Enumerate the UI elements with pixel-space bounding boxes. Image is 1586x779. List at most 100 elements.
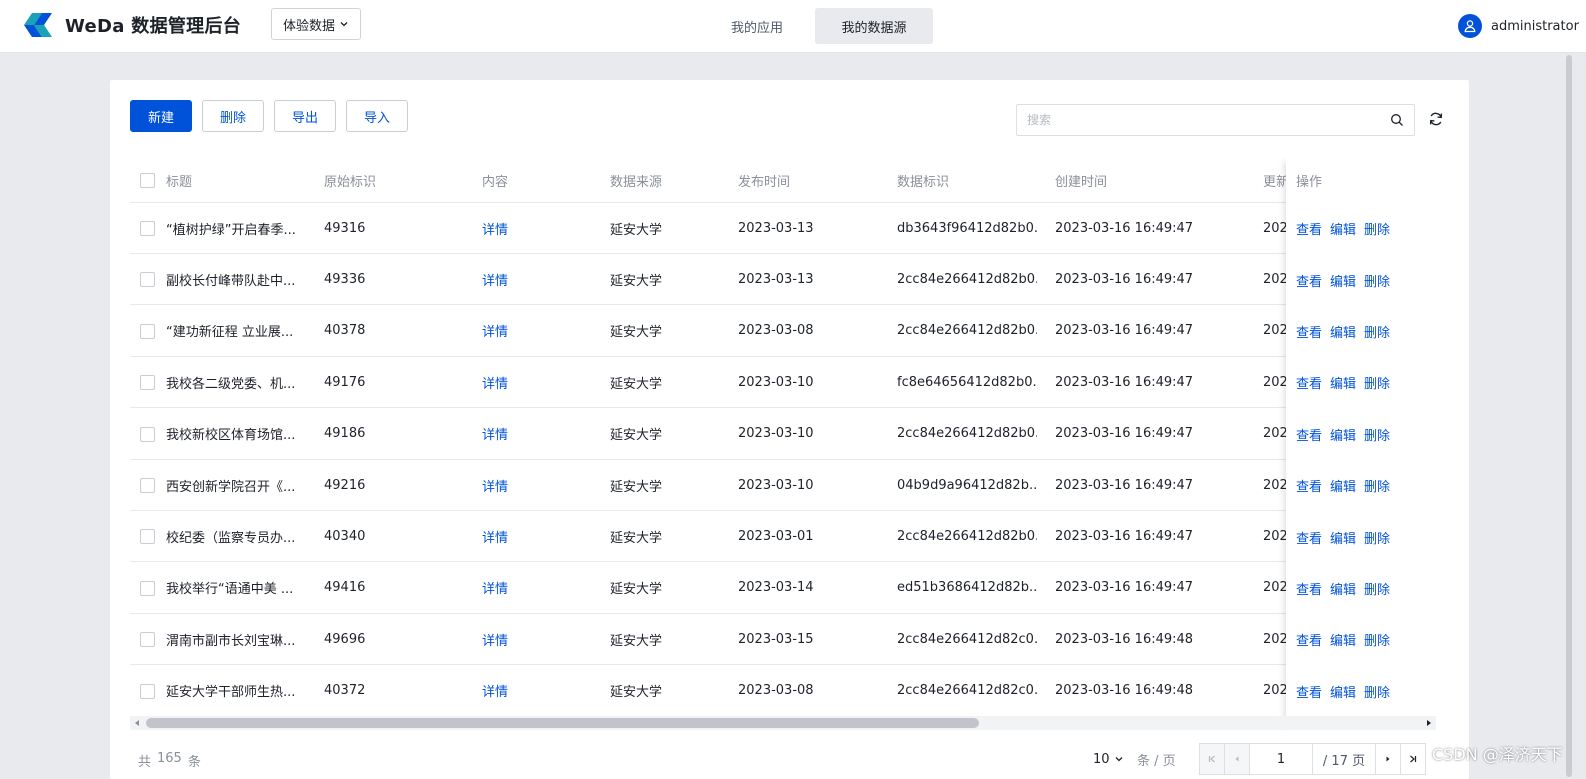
- row-checkbox[interactable]: [140, 632, 155, 648]
- scroll-right-icon[interactable]: [1424, 718, 1434, 728]
- scroll-left-icon[interactable]: [132, 718, 142, 728]
- row-details-link[interactable]: 详情: [482, 409, 592, 459]
- edit-link[interactable]: 编辑: [1330, 528, 1356, 547]
- row-checkbox[interactable]: [140, 426, 155, 442]
- delete-link[interactable]: 删除: [1364, 425, 1390, 444]
- row-details-link[interactable]: 详情: [482, 460, 592, 510]
- search-icon[interactable]: [1390, 113, 1404, 127]
- view-link[interactable]: 查看: [1296, 373, 1322, 392]
- import-button[interactable]: 导入: [346, 100, 408, 132]
- delete-link[interactable]: 删除: [1364, 271, 1390, 290]
- column-header-publish-time[interactable]: 发布时间: [738, 158, 878, 202]
- row-details-link[interactable]: 详情: [482, 666, 592, 716]
- row-details-link[interactable]: 详情: [482, 357, 592, 407]
- view-link[interactable]: 查看: [1296, 528, 1322, 547]
- table-row[interactable]: 副校长付峰带队赴中... 49336 详情 延安大学 2023-03-13 2cc84e2…: [130, 254, 1436, 306]
- row-source: 延安大学: [610, 582, 663, 598]
- edit-link[interactable]: 编辑: [1330, 630, 1356, 649]
- row-created-time: 2023-03-16 16:49:47: [1055, 323, 1194, 339]
- view-link[interactable]: 查看: [1296, 579, 1322, 598]
- refresh-icon[interactable]: [1428, 111, 1444, 127]
- row-original-id: 49696: [324, 631, 366, 647]
- edit-link[interactable]: 编辑: [1330, 682, 1356, 701]
- table-row[interactable]: “建功新征程 立业展... 40378 详情 延安大学 2023-03-08 2cc84e…: [130, 306, 1436, 357]
- delete-button[interactable]: 删除: [202, 100, 264, 132]
- delete-link[interactable]: 删除: [1364, 219, 1390, 238]
- search-input[interactable]: [1017, 105, 1377, 135]
- next-page-button[interactable]: [1375, 743, 1401, 775]
- delete-link[interactable]: 删除: [1364, 528, 1390, 547]
- view-link[interactable]: 查看: [1296, 219, 1322, 238]
- table-header: 标题 原始标识 内容 数据来源 发布时间 数据标识 创建时间 更新: [130, 158, 1436, 203]
- edit-link[interactable]: 编辑: [1330, 322, 1356, 341]
- edit-link[interactable]: 编辑: [1330, 579, 1356, 598]
- delete-link[interactable]: 删除: [1364, 322, 1390, 341]
- brand[interactable]: WeDa 数据管理后台: [22, 11, 241, 39]
- tab-my-apps[interactable]: 我的应用: [708, 8, 806, 44]
- last-page-button[interactable]: [1400, 743, 1426, 775]
- row-details-link[interactable]: 详情: [482, 511, 592, 561]
- column-header-created-time[interactable]: 创建时间: [1055, 158, 1255, 202]
- column-header-updated-time[interactable]: 更新: [1263, 158, 1287, 202]
- row-checkbox[interactable]: [140, 529, 155, 545]
- edit-link[interactable]: 编辑: [1330, 271, 1356, 290]
- view-link[interactable]: 查看: [1296, 476, 1322, 495]
- column-header-source[interactable]: 数据来源: [610, 158, 720, 202]
- delete-link[interactable]: 删除: [1364, 476, 1390, 495]
- user-menu[interactable]: administrator: [1458, 14, 1579, 38]
- edit-link[interactable]: 编辑: [1330, 425, 1356, 444]
- edit-link[interactable]: 编辑: [1330, 373, 1356, 392]
- row-details-link[interactable]: 详情: [482, 563, 592, 613]
- row-checkbox[interactable]: [140, 221, 155, 236]
- row-details-link[interactable]: 详情: [482, 614, 592, 664]
- table-row[interactable]: 西安创新学院召开《... 49216 详情 延安大学 2023-03-10 04b9d9a…: [130, 460, 1436, 511]
- view-link[interactable]: 查看: [1296, 322, 1322, 341]
- delete-link[interactable]: 删除: [1364, 682, 1390, 701]
- row-checkbox[interactable]: [140, 478, 155, 493]
- table-row[interactable]: 校纪委（监察专员办... 40340 详情 延安大学 2023-03-01 2cc84e2…: [130, 511, 1436, 563]
- vertical-scrollbar-thumb[interactable]: [1566, 55, 1572, 777]
- delete-link[interactable]: 删除: [1364, 579, 1390, 598]
- table-row[interactable]: 我校举行“语通中美 ... 49416 详情 延安大学 2023-03-14 ed51b3…: [130, 563, 1436, 614]
- select-all-checkbox[interactable]: [140, 173, 155, 188]
- delete-link[interactable]: 删除: [1364, 630, 1390, 649]
- first-page-button[interactable]: [1199, 743, 1225, 775]
- table-row[interactable]: “植树护绿”开启春季... 49316 详情 延安大学 2023-03-13 db3643…: [130, 203, 1436, 254]
- row-data-id: 2cc84e266412d82c0...: [897, 683, 1037, 699]
- page-input[interactable]: [1251, 745, 1311, 773]
- table-row[interactable]: 延安大学干部师生热... 40372 详情 延安大学 2023-03-08 2cc84e2…: [130, 666, 1436, 717]
- row-details-link[interactable]: 详情: [482, 254, 592, 304]
- view-link[interactable]: 查看: [1296, 630, 1322, 649]
- column-header-title[interactable]: 标题: [166, 158, 306, 202]
- prev-page-button[interactable]: [1224, 743, 1250, 775]
- export-button[interactable]: 导出: [274, 100, 336, 132]
- row-checkbox[interactable]: [140, 580, 155, 596]
- new-button[interactable]: 新建: [130, 100, 192, 132]
- row-title: 我校举行“语通中美 ...: [166, 582, 294, 598]
- horizontal-scrollbar-thumb[interactable]: [146, 718, 979, 728]
- row-details-link[interactable]: 详情: [482, 203, 592, 253]
- column-header-original-id[interactable]: 原始标识: [324, 158, 464, 202]
- view-link[interactable]: 查看: [1296, 271, 1322, 290]
- vertical-scrollbar[interactable]: [1566, 53, 1572, 779]
- row-checkbox[interactable]: [140, 323, 155, 339]
- edit-link[interactable]: 编辑: [1330, 219, 1356, 238]
- delete-link[interactable]: 删除: [1364, 373, 1390, 392]
- row-data-id: db3643f96412d82b0...: [897, 220, 1037, 236]
- table-row[interactable]: 渭南市副市长刘宝琳... 49696 详情 延安大学 2023-03-15 2cc84e2…: [130, 614, 1436, 666]
- environment-select[interactable]: 体验数据: [271, 8, 361, 40]
- edit-link[interactable]: 编辑: [1330, 476, 1356, 495]
- row-checkbox[interactable]: [140, 272, 155, 288]
- horizontal-scrollbar[interactable]: [130, 716, 1436, 730]
- table-row[interactable]: 我校新校区体育场馆... 49186 详情 延安大学 2023-03-10 2cc84e2…: [130, 409, 1436, 460]
- row-details-link[interactable]: 详情: [482, 306, 592, 356]
- table-row[interactable]: 我校各二级党委、机... 49176 详情 延安大学 2023-03-10 fc8e646…: [130, 357, 1436, 409]
- view-link[interactable]: 查看: [1296, 682, 1322, 701]
- column-header-data-id[interactable]: 数据标识: [897, 158, 1037, 202]
- page-size-select[interactable]: 10: [1093, 743, 1124, 775]
- row-checkbox[interactable]: [140, 375, 155, 391]
- tab-my-datasources[interactable]: 我的数据源: [815, 8, 933, 44]
- view-link[interactable]: 查看: [1296, 425, 1322, 444]
- row-checkbox[interactable]: [140, 683, 155, 699]
- column-header-content[interactable]: 内容: [482, 158, 592, 202]
